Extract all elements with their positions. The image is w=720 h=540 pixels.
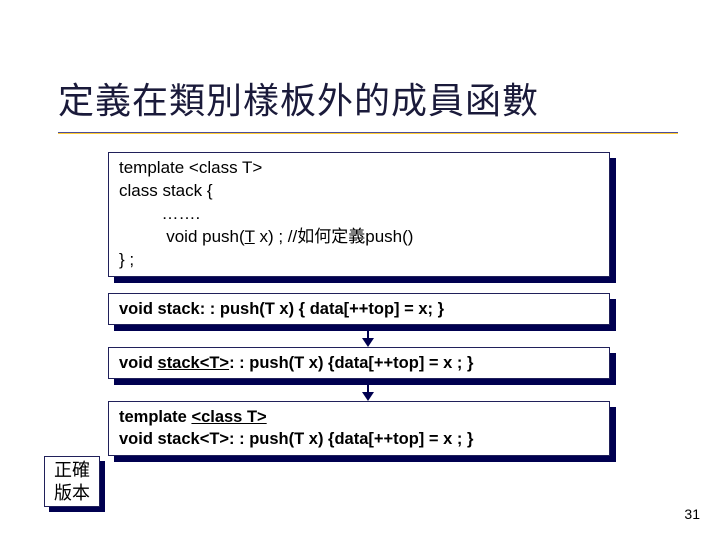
code-box-correct: template <class T> void stack<T>: : push…	[108, 401, 610, 456]
code-line: template <class T>	[119, 408, 267, 426]
code-line: void stack<T>: : push(T x) {data[++top] …	[119, 354, 473, 372]
label-line: 正確	[47, 459, 97, 482]
code-line: } ;	[119, 250, 134, 269]
page-number: 31	[684, 506, 700, 522]
code-line: template <class T>	[119, 158, 262, 177]
slide-title: 定義在類別樣板外的成員函數	[0, 0, 720, 132]
code-line: void stack: : push(T x) { data[++top] = …	[119, 300, 444, 318]
code-line: void stack<T>: : push(T x) {data[++top] …	[119, 430, 473, 448]
title-underline	[58, 132, 678, 134]
correct-version-label: 正確 版本	[44, 456, 100, 507]
code-line: void push(T x) ; //如何定義push()	[119, 227, 413, 246]
code-box-class-decl: template <class T> class stack { ……. voi…	[108, 152, 610, 277]
code-line: class stack {	[119, 181, 213, 200]
code-box-attempt-1: void stack: : push(T x) { data[++top] = …	[108, 293, 610, 325]
code-box-attempt-2: void stack<T>: : push(T x) {data[++top] …	[108, 347, 610, 379]
code-line: …….	[119, 204, 200, 223]
content-area: template <class T> class stack { ……. voi…	[108, 152, 720, 468]
label-line: 版本	[47, 482, 97, 505]
